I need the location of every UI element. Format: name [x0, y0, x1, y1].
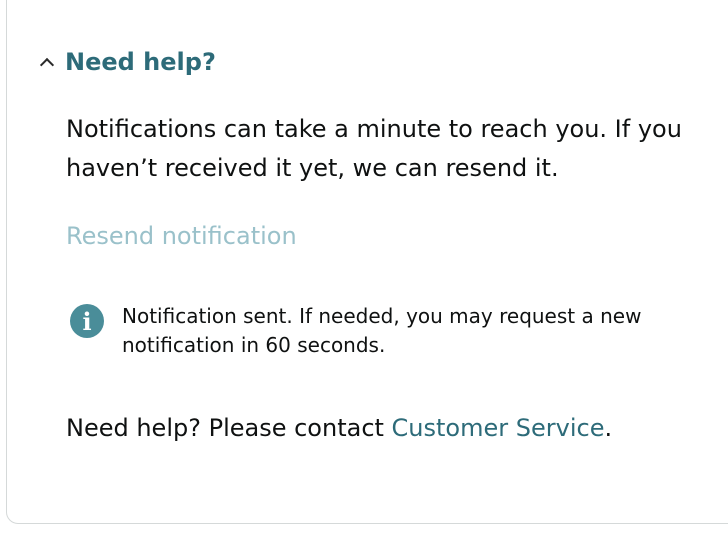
chevron-up-icon [39, 57, 55, 73]
contact-prefix: Need help? Please contact [66, 414, 392, 442]
help-description: Notifications can take a minute to reach… [66, 115, 682, 182]
contact-text: Need help? Please contact Customer Servi… [66, 414, 612, 442]
need-help-title: Need help? [65, 48, 216, 76]
need-help-toggle[interactable]: Need help? [39, 48, 216, 76]
help-card [6, 0, 728, 524]
notification-sent-message: Notification sent. If needed, you may re… [122, 304, 642, 357]
resend-notification-link[interactable]: Resend notification [66, 222, 297, 250]
notification-sent-alert: i Notification sent. If needed, you may … [70, 302, 710, 360]
info-icon: i [70, 304, 104, 338]
customer-service-link[interactable]: Customer Service [392, 414, 605, 442]
contact-suffix: . [604, 414, 613, 442]
